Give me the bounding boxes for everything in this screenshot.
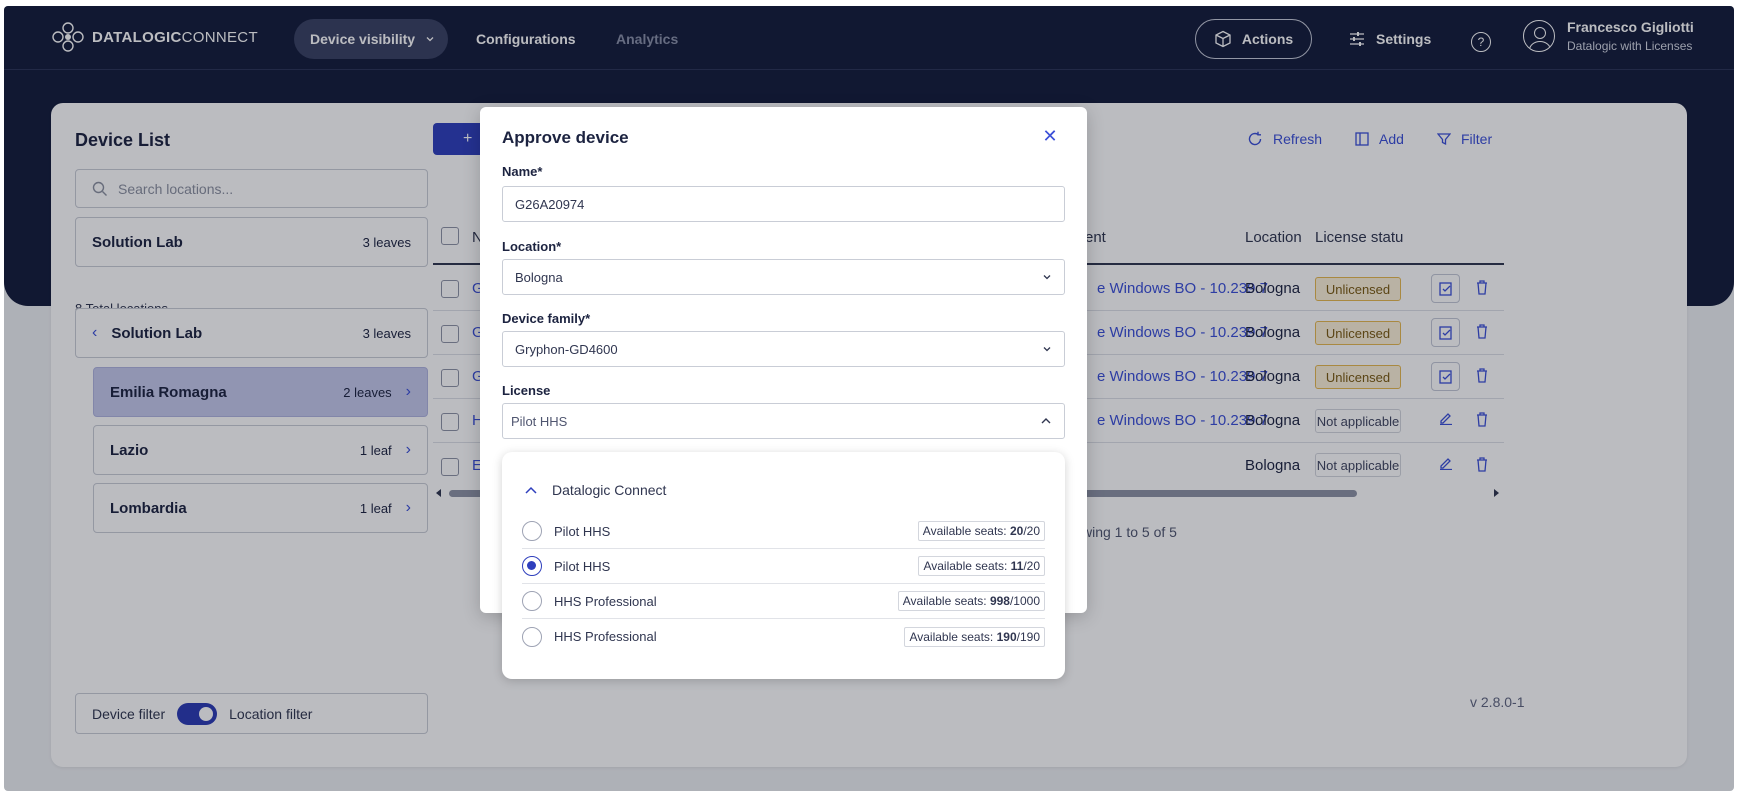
available-seats: Available seats: 190/190 xyxy=(904,626,1045,647)
license-option[interactable]: Pilot HHS Available seats: 20/20 xyxy=(522,514,1045,549)
seats-prefix: Available seats: xyxy=(923,559,1011,573)
close-icon[interactable]: ✕ xyxy=(1040,126,1060,146)
license-value: Pilot HHS xyxy=(511,413,568,429)
available-seats: Available seats: 20/20 xyxy=(917,521,1045,541)
radio-button[interactable] xyxy=(522,591,542,611)
radio-button-selected[interactable] xyxy=(522,556,542,576)
license-option-label: Pilot HHS xyxy=(554,523,611,539)
seats-available: 190 xyxy=(996,629,1017,644)
license-group-label: Datalogic Connect xyxy=(552,482,667,498)
name-value: G26A20974 xyxy=(515,196,585,212)
license-option[interactable]: HHS Professional Available seats: 190/19… xyxy=(522,619,1045,654)
license-option-label: HHS Professional xyxy=(554,629,657,644)
dialog-title: Approve device xyxy=(502,128,629,147)
chevron-up-icon xyxy=(1041,418,1051,424)
license-label: License xyxy=(502,383,551,398)
family-value: Gryphon-GD4600 xyxy=(515,341,618,357)
seats-total: /190 xyxy=(1016,629,1040,644)
license-option-label: HHS Professional xyxy=(554,593,657,609)
app-frame: DATALOGICCONNECT Device visibility Confi… xyxy=(4,6,1734,791)
name-label: Name* xyxy=(502,164,543,179)
seats-prefix: Available seats: xyxy=(902,594,990,608)
radio-button[interactable] xyxy=(522,521,542,541)
license-option[interactable]: Pilot HHS Available seats: 11/20 xyxy=(522,549,1045,584)
license-option-label: Pilot HHS xyxy=(554,558,611,574)
location-label: Location* xyxy=(502,239,562,254)
name-field[interactable]: G26A20974 xyxy=(502,186,1065,222)
license-dropdown: Datalogic Connect Pilot HHS Available se… xyxy=(502,452,1065,679)
chevron-down-icon xyxy=(1043,347,1051,352)
seats-prefix: Available seats: xyxy=(909,629,997,644)
license-option[interactable]: HHS Professional Available seats: 998/10… xyxy=(522,584,1045,619)
radio-button[interactable] xyxy=(522,626,542,647)
seats-total: /20 xyxy=(1023,559,1040,573)
chevron-up-icon xyxy=(525,486,537,494)
location-select[interactable]: Bologna xyxy=(502,259,1065,295)
seats-total: /20 xyxy=(1023,524,1040,538)
seats-prefix: Available seats: xyxy=(922,524,1010,538)
license-select[interactable]: Pilot HHS xyxy=(502,403,1065,439)
chevron-down-icon xyxy=(1043,275,1051,280)
available-seats: Available seats: 11/20 xyxy=(918,556,1045,576)
seats-available: 20 xyxy=(1009,524,1024,538)
seats-total: /1000 xyxy=(1009,594,1040,608)
available-seats: Available seats: 998/1000 xyxy=(897,591,1045,611)
seats-available: 11 xyxy=(1010,559,1024,573)
seats-available: 998 xyxy=(989,594,1010,608)
license-group-header[interactable]: Datalogic Connect xyxy=(524,482,666,498)
location-value: Bologna xyxy=(515,269,563,285)
family-label: Device family* xyxy=(502,311,591,326)
device-family-select[interactable]: Gryphon-GD4600 xyxy=(502,331,1065,367)
